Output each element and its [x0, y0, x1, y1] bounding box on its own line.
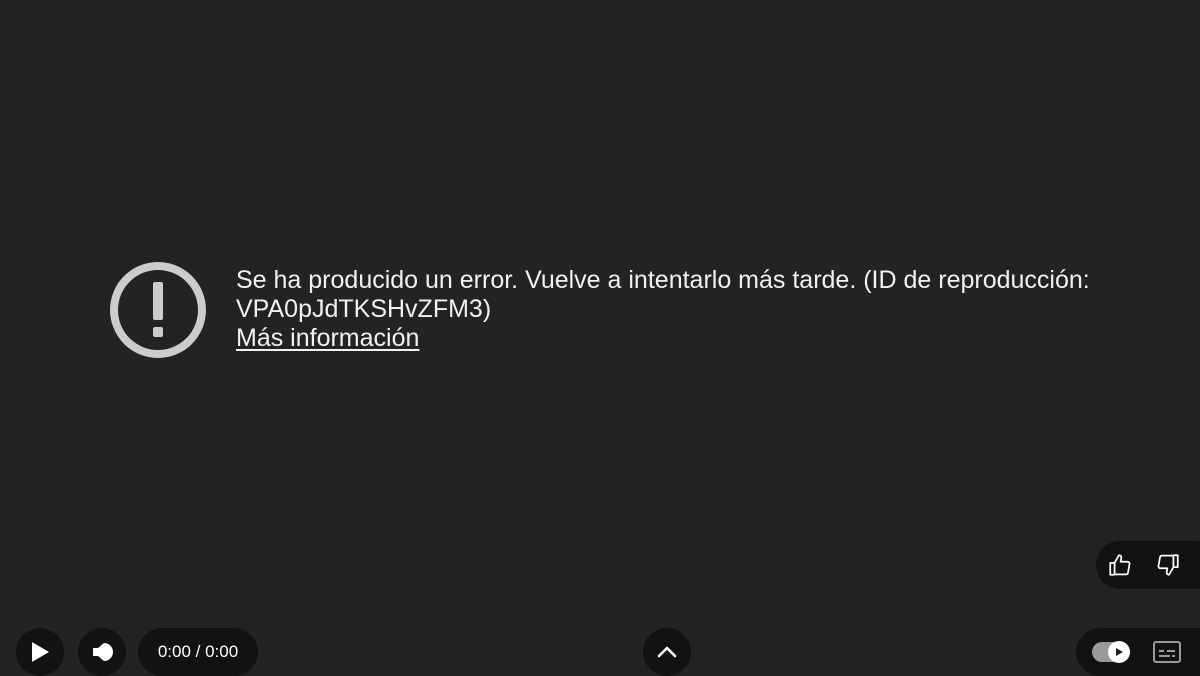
play-icon — [32, 642, 49, 662]
right-controls — [1076, 628, 1200, 676]
volume-icon — [93, 643, 113, 661]
exclamation-circle-icon — [110, 262, 206, 358]
autoplay-toggle-icon — [1108, 641, 1130, 663]
rating-controls — [1096, 541, 1200, 589]
more-info-link[interactable]: Más información — [236, 324, 419, 353]
expand-button[interactable] — [643, 628, 691, 676]
volume-button[interactable] — [78, 628, 126, 676]
autoplay-toggle[interactable] — [1092, 641, 1130, 663]
chevron-up-icon — [657, 646, 677, 658]
error-message-line-1: Se ha producido un error. Vuelve a inten… — [236, 266, 1090, 294]
captions-icon[interactable] — [1152, 640, 1182, 664]
time-display: 0:00 / 0:00 — [138, 628, 258, 676]
thumbs-down-icon[interactable] — [1154, 551, 1182, 579]
play-button[interactable] — [16, 628, 64, 676]
thumbs-up-icon[interactable] — [1106, 551, 1134, 579]
error-message-block: Se ha producido un error. Vuelve a inten… — [108, 260, 1166, 360]
time-display-text: 0:00 / 0:00 — [157, 642, 239, 661]
error-text: Se ha producido un error. Vuelve a inten… — [236, 266, 1166, 353]
error-message-line-2: VPA0pJdTKSHvZFM3) — [236, 295, 492, 323]
